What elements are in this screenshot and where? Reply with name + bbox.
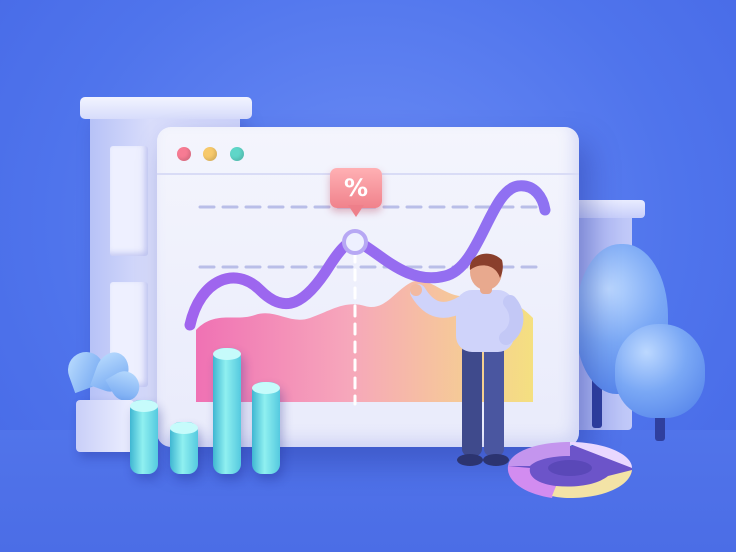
badge-pointer <box>348 205 364 217</box>
illustration-scene: % <box>0 0 736 552</box>
plant-icon <box>76 400 134 452</box>
bar-3d <box>252 382 280 474</box>
donut-chart-icon <box>507 442 632 498</box>
bar-3d <box>170 422 198 474</box>
percent-icon: % <box>330 168 382 208</box>
bar-3d <box>213 348 241 474</box>
marker-point <box>342 229 368 255</box>
bar-3d <box>130 400 158 474</box>
